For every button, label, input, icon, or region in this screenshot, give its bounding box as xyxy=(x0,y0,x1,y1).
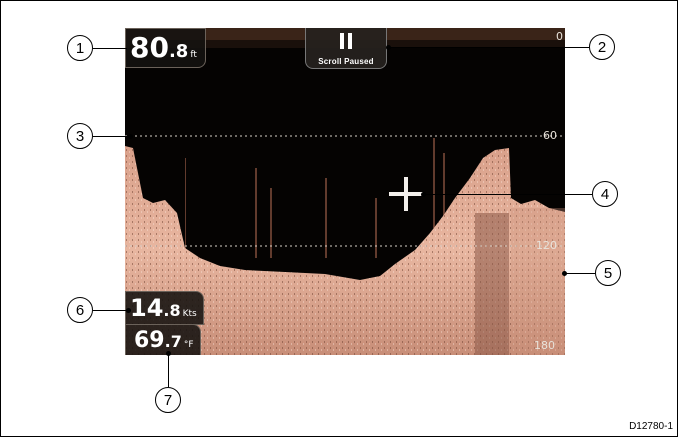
depth-scale-tick: 180 xyxy=(534,339,555,352)
callout-leader xyxy=(424,194,592,195)
callout-leader xyxy=(93,310,129,311)
callout-6: 6 xyxy=(67,297,93,323)
callout-leader xyxy=(389,47,589,48)
scroll-paused-indicator[interactable]: Scroll Paused xyxy=(305,28,387,69)
depth-scale-tick: 60 xyxy=(543,129,557,142)
speed-unit: Kts xyxy=(182,309,197,319)
depth-readout: 80 .8 ft xyxy=(125,28,206,68)
callout-7: 7 xyxy=(155,387,181,413)
temperature-value: 69 xyxy=(134,328,165,353)
callout-anchor-dot xyxy=(128,134,133,139)
depth-unit: ft xyxy=(190,50,197,60)
callout-anchor-dot xyxy=(126,308,131,313)
pause-icon xyxy=(340,33,352,49)
callout-leader xyxy=(565,273,595,274)
figure-frame: 80 .8 ft Scroll Paused 0 60 120 180 14 .… xyxy=(0,0,678,437)
depth-scale-tick: 0 xyxy=(556,30,563,43)
figure-reference-code: D12780-1 xyxy=(629,421,673,432)
callout-4: 4 xyxy=(592,181,618,207)
callout-3: 3 xyxy=(67,123,93,149)
temperature-decimal: .7 xyxy=(164,332,182,351)
speed-readout: 14 .8 Kts xyxy=(125,291,204,325)
callout-1: 1 xyxy=(67,35,93,61)
temperature-unit: °F xyxy=(183,340,194,350)
speed-decimal: .8 xyxy=(163,301,181,320)
callout-2: 2 xyxy=(589,34,615,60)
callout-leader xyxy=(93,48,127,49)
cursor-crosshair-icon[interactable] xyxy=(389,177,423,211)
callout-5: 5 xyxy=(595,260,621,286)
depth-decimal: .8 xyxy=(168,41,189,62)
depth-scale-tick: 120 xyxy=(536,239,557,252)
temperature-readout: 69 .7 °F xyxy=(125,324,201,355)
sonar-display[interactable]: 80 .8 ft Scroll Paused 0 60 120 180 14 .… xyxy=(125,28,565,355)
callout-leader xyxy=(168,353,169,387)
callout-leader xyxy=(93,136,131,137)
speed-value: 14 xyxy=(130,294,164,322)
scroll-status-label: Scroll Paused xyxy=(318,57,374,66)
depth-value: 80 xyxy=(130,31,169,64)
